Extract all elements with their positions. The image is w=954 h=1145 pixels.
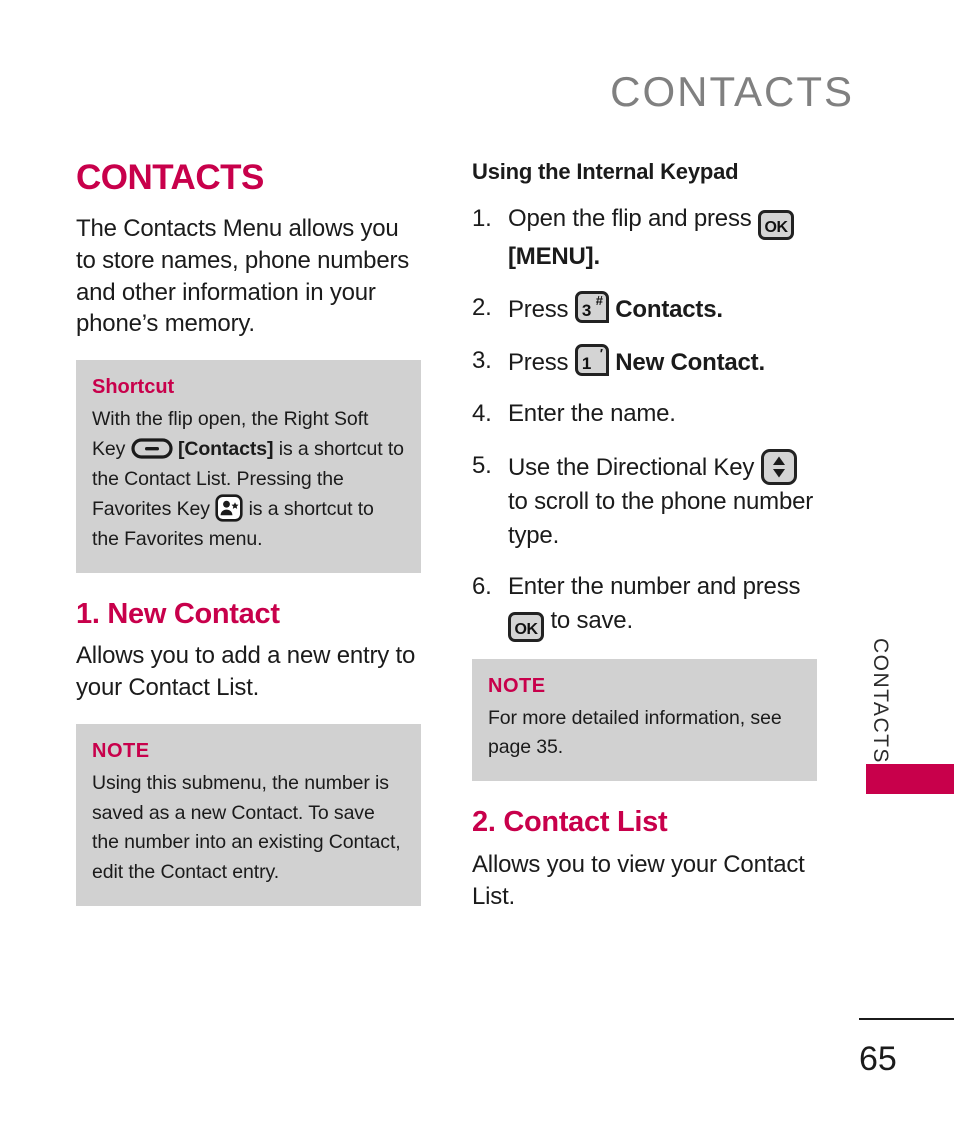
- step-number: 6.: [472, 572, 492, 600]
- step-number: 5.: [472, 451, 492, 479]
- subsection-title-internal-keypad: Using the Internal Keypad: [472, 159, 739, 184]
- step-text-before: Press: [508, 349, 569, 377]
- thumb-tab-label: CONTACTS: [869, 638, 892, 764]
- note-callout-box-left: NOTE Using this submenu, the number is s…: [76, 724, 421, 906]
- soft-key-icon: [131, 438, 173, 459]
- keypad-key-digit: 3: [581, 301, 592, 321]
- folio-rule: [859, 1018, 954, 1020]
- step-item-3: 3. Press 1 ′ New Contact.: [472, 344, 817, 380]
- step-number: 2.: [472, 294, 492, 322]
- note-callout-label-left: NOTE: [92, 740, 150, 763]
- step-item-5: 5. Use the Directional Key to scroll to …: [472, 448, 817, 553]
- right-column: Using the Internal Keypad 1. Open the fl…: [472, 159, 817, 933]
- step-text-after: to scroll to the phone number type.: [508, 487, 814, 549]
- shortcut-bracket-label: [Contacts]: [177, 438, 274, 460]
- thumb-tab-accent-block: [866, 764, 954, 794]
- step-text-after: [MENU].: [508, 243, 600, 271]
- step-text-after: Contacts.: [615, 296, 723, 324]
- note-callout-box-right: NOTE For more detailed information, see …: [472, 658, 817, 782]
- keypad-key-superscript: ′: [599, 346, 603, 362]
- note-callout-body-right: For more detailed information, see page …: [488, 706, 782, 759]
- keypad-key-superscript: #: [595, 293, 603, 309]
- ok-key-icon: OK: [758, 210, 795, 241]
- section-title-new-contact: 1. New Contact: [76, 597, 280, 630]
- running-header-title: CONTACTS: [610, 68, 854, 115]
- step-number: 1.: [472, 205, 492, 233]
- step-item-6: 6. Enter the number and press OK to save…: [472, 570, 817, 642]
- page-number: 65: [859, 1040, 897, 1078]
- note-callout-body-left: Using this submenu, the number is saved …: [92, 772, 401, 884]
- step-text-before: Open the flip and press: [508, 205, 752, 233]
- step-number: 4.: [472, 400, 492, 428]
- step-text-before: Enter the name.: [508, 400, 676, 428]
- shortcut-callout-label: Shortcut: [92, 376, 175, 399]
- note-callout-label-right: NOTE: [488, 674, 546, 697]
- shortcut-callout-box: Shortcut With the flip open, the Right S…: [76, 360, 421, 573]
- keypad-key-1-icon: 1 ′: [574, 344, 609, 377]
- keypad-key-3-icon: 3 #: [574, 291, 609, 324]
- step-item-1: 1. Open the flip and press OK [MENU].: [472, 202, 817, 274]
- section-body-contact-list: Allows you to view your Contact List.: [472, 850, 805, 910]
- section-body-new-contact: Allows you to add a new entry to your Co…: [76, 642, 416, 702]
- section-title-contact-list: 2. Contact List: [472, 806, 668, 839]
- chapter-intro-text: The Contacts Menu allows you to store na…: [76, 214, 410, 338]
- directional-key-icon: [760, 448, 797, 485]
- step-text-before: Enter the number and press: [508, 572, 801, 600]
- shortcut-callout-body: With the flip open, the Right Soft Key […: [92, 405, 405, 554]
- chapter-title: CONTACTS: [76, 158, 264, 197]
- step-item-2: 2. Press 3 # Contacts.: [472, 291, 817, 327]
- keypad-key-digit: 1: [581, 354, 592, 374]
- step-item-4: 4. Enter the name.: [472, 397, 817, 431]
- step-text-after: to save.: [550, 606, 633, 634]
- step-text-after: New Contact.: [615, 349, 765, 377]
- steps-list: 1. Open the flip and press OK [MENU]. 2.…: [472, 202, 817, 642]
- step-text-before: Use the Directional Key: [508, 453, 755, 481]
- left-column: CONTACTS The Contacts Menu allows you to…: [76, 158, 421, 932]
- step-text-before: Press: [508, 296, 569, 324]
- favorites-key-icon: [215, 494, 243, 522]
- step-number: 3.: [472, 347, 492, 375]
- ok-key-icon: OK: [508, 611, 544, 642]
